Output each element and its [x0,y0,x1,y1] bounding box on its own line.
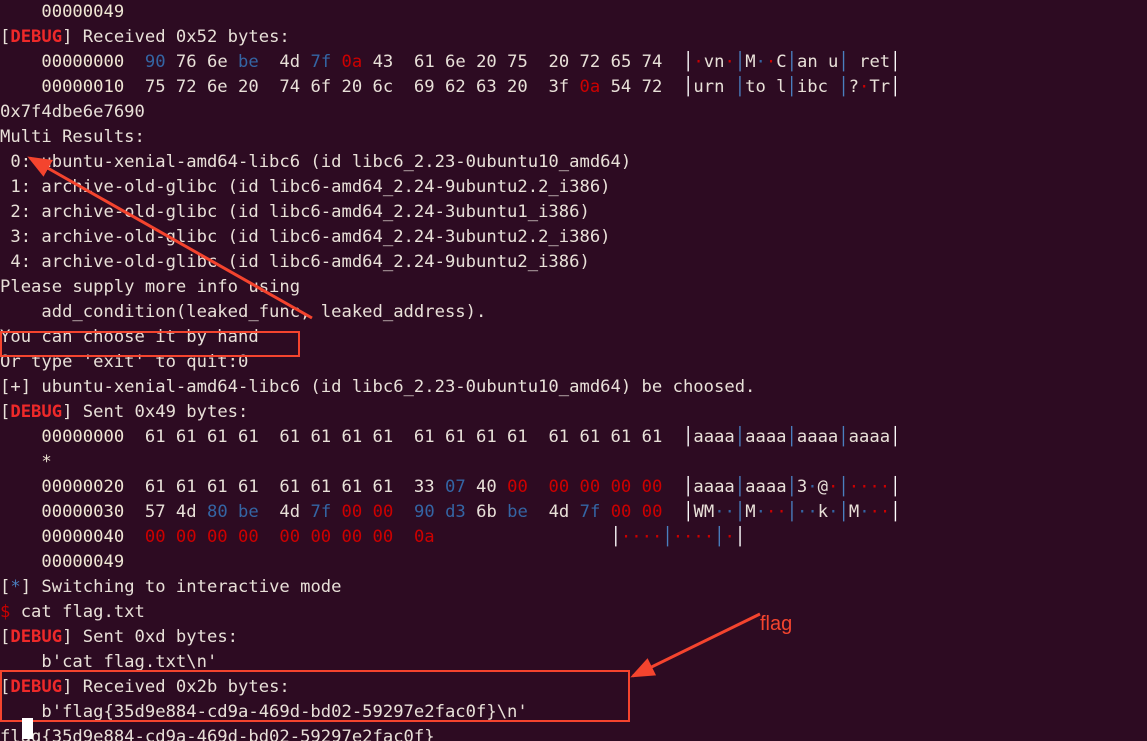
quit-prompt-highlight [0,331,300,357]
flag-output-highlight [0,670,630,722]
terminal-window[interactable]: 00000049 [DEBUG] Received 0x52 bytes: 000… [0,0,1147,741]
terminal-cursor [22,718,33,739]
arrow-to-option-zero [27,156,313,320]
annotation-layer [27,156,761,678]
flag-annotation-label: flag [760,613,793,635]
arrow-to-flag [630,612,761,678]
